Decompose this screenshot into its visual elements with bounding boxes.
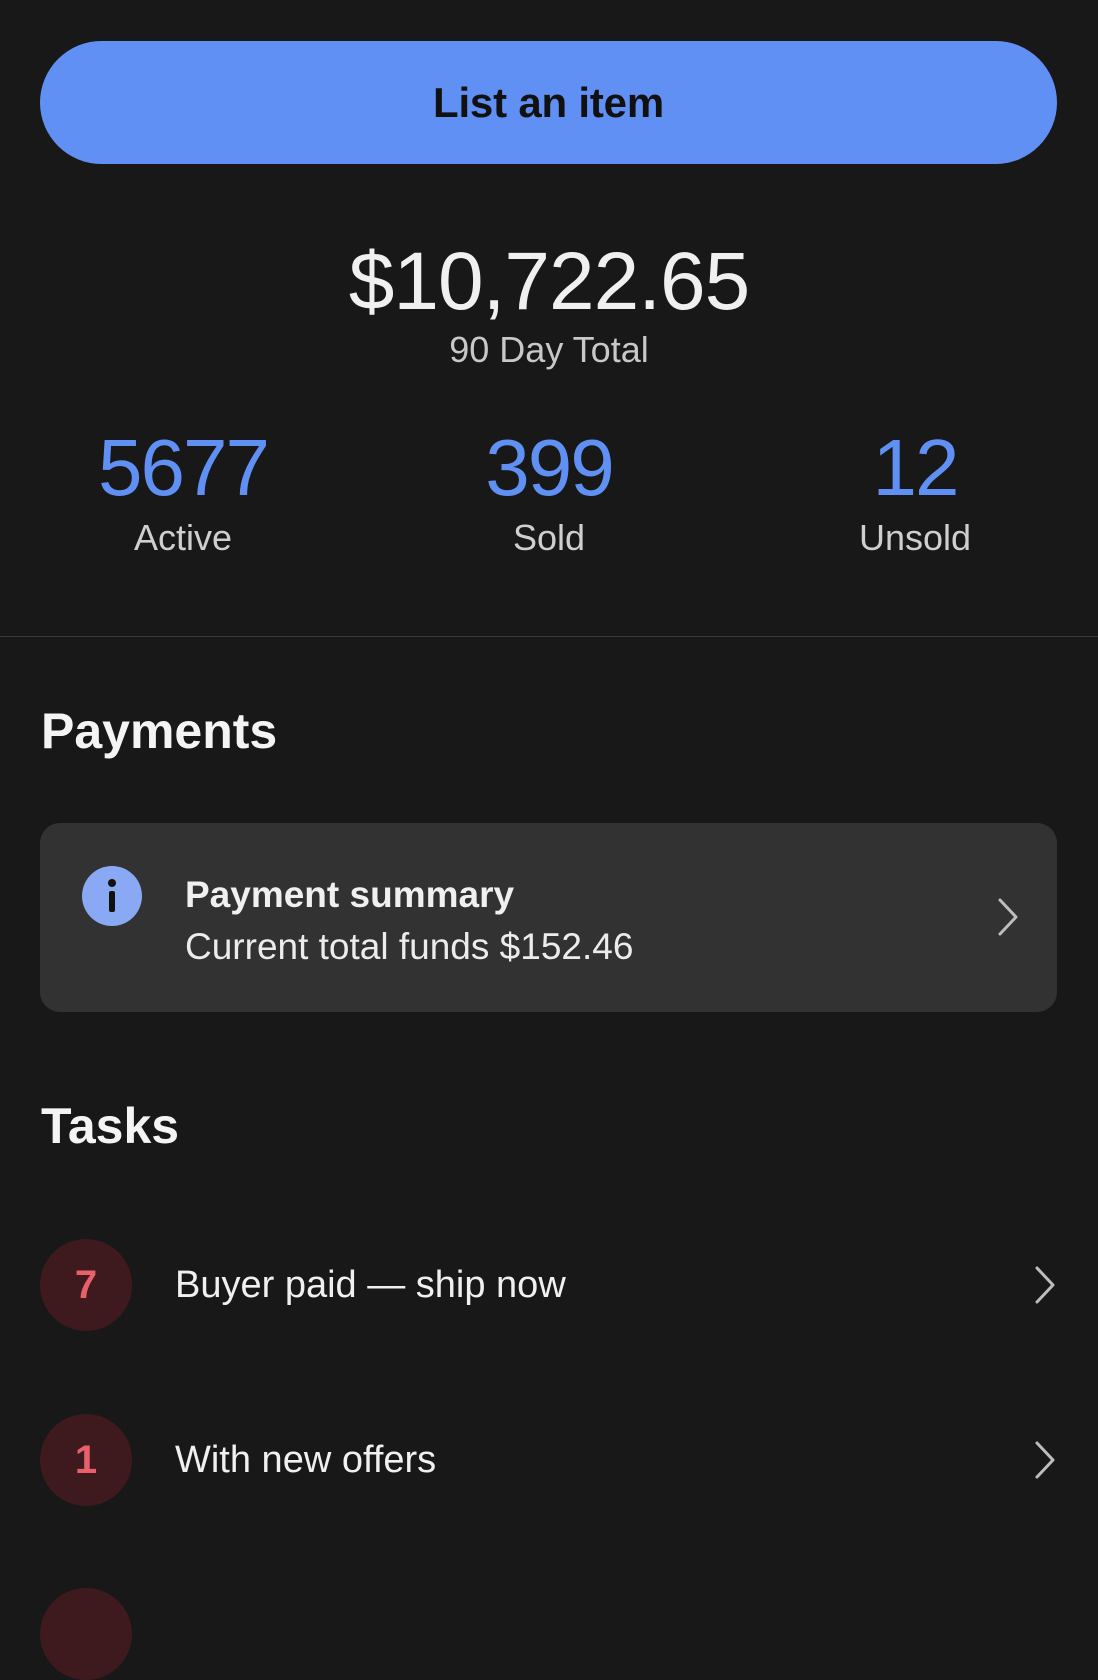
stat-active[interactable]: 5677 Active: [0, 420, 366, 558]
chevron-right-icon: [1035, 1441, 1055, 1479]
stat-unsold-value: 12: [872, 423, 960, 512]
stat-unsold-label: Unsold: [858, 517, 972, 558]
payment-summary-card[interactable]: Payment summary Current total funds $152…: [40, 823, 1057, 1012]
stat-sold-value: 399: [485, 423, 614, 512]
stats-divider: [0, 636, 1098, 637]
payment-summary-title: Payment summary: [185, 874, 515, 915]
task-buyer-paid-ship-now[interactable]: 7 Buyer paid — ship now: [0, 1225, 1098, 1345]
stat-active-value: 5677: [98, 423, 270, 512]
stat-sold[interactable]: 399 Sold: [366, 420, 732, 558]
task-with-new-offers[interactable]: 1 With new offers: [0, 1400, 1098, 1520]
current-total-funds: Current total funds $152.46: [185, 926, 634, 967]
payments-heading: Payments: [41, 703, 278, 759]
info-icon: [82, 866, 142, 926]
tasks-heading: Tasks: [41, 1098, 180, 1154]
list-an-item-label: List an item: [433, 78, 664, 126]
task-count-badge: 7: [40, 1239, 132, 1331]
chevron-right-icon: [1035, 1266, 1055, 1304]
task-label: With new offers: [175, 1439, 437, 1481]
list-an-item-button[interactable]: List an item: [40, 41, 1057, 164]
chevron-right-icon: [998, 898, 1018, 936]
ninety-day-total-amount: $10,722.65: [348, 236, 750, 327]
task-label: Buyer paid — ship now: [175, 1264, 566, 1306]
stat-active-label: Active: [133, 517, 233, 558]
task-count-badge: 1: [40, 1414, 132, 1506]
task-count-badge-partial: [40, 1588, 132, 1680]
ninety-day-total-label: 90 Day Total: [449, 329, 649, 370]
stat-sold-label: Sold: [512, 517, 586, 558]
stat-unsold[interactable]: 12 Unsold: [732, 420, 1098, 558]
